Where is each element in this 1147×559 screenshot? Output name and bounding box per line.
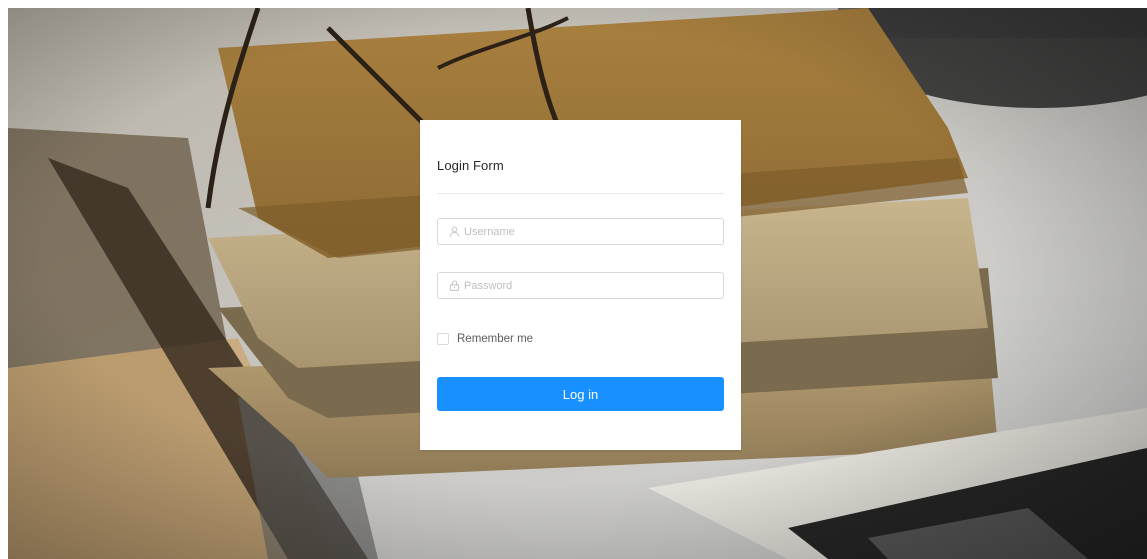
form-title: Login Form (437, 158, 504, 173)
user-icon (448, 226, 460, 238)
username-input[interactable] (464, 221, 723, 242)
remember-me-option[interactable]: Remember me (437, 333, 533, 345)
title-divider (437, 193, 724, 194)
remember-me-label: Remember me (457, 333, 534, 345)
login-form-card: Login Form Remember m (420, 120, 741, 450)
lock-icon (448, 280, 460, 292)
password-field[interactable] (437, 272, 724, 299)
password-input[interactable] (464, 275, 723, 296)
username-field[interactable] (437, 218, 724, 245)
login-page: Login Form Remember m (0, 0, 1147, 559)
login-button[interactable]: Log in (437, 377, 724, 411)
remember-me-checkbox[interactable] (437, 333, 449, 345)
